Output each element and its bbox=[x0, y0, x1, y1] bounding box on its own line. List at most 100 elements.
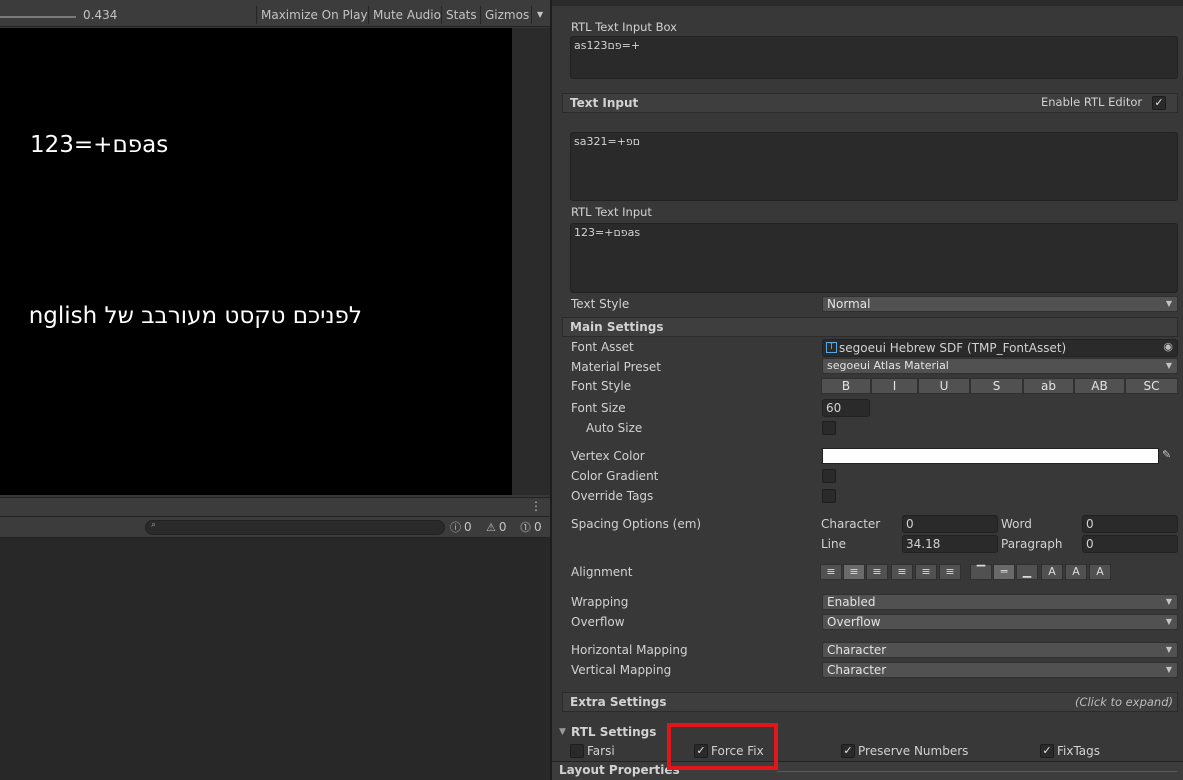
fixtags-label: FixTags bbox=[1057, 744, 1101, 758]
error-icon: ⓵ bbox=[520, 521, 531, 534]
text-input-section-title: Text Input bbox=[570, 96, 639, 110]
text-style-label: Text Style bbox=[571, 297, 630, 311]
wrapping-dropdown[interactable]: Enabled ▼ bbox=[822, 594, 1178, 610]
horizontal-mapping-label: Horizontal Mapping bbox=[571, 643, 688, 657]
enable-rtl-editor-checkbox[interactable]: ✓ bbox=[1152, 96, 1166, 110]
font-size-field[interactable]: 60 bbox=[822, 399, 870, 417]
extra-settings-hint: (Click to expand) bbox=[1074, 695, 1173, 709]
text-input-field[interactable]: saםפ+=321 bbox=[570, 132, 1178, 201]
warning-icon: ⚠ bbox=[486, 521, 496, 534]
game-text-line-1: 123=+פםas bbox=[30, 132, 169, 158]
console-search-input[interactable]: ⌕ bbox=[145, 520, 445, 535]
more-options-icon[interactable]: ⋮ bbox=[530, 499, 542, 513]
error-count-toggle[interactable]: ⓵0 bbox=[520, 518, 542, 537]
info-icon: ⓘ bbox=[450, 521, 461, 534]
main-settings-section-header[interactable]: Main Settings bbox=[562, 317, 1178, 337]
spacing-options-label: Spacing Options (em) bbox=[571, 517, 702, 531]
divider bbox=[777, 771, 1177, 772]
font-style-strikethrough-button[interactable]: S bbox=[970, 378, 1023, 394]
farsi-checkbox[interactable] bbox=[570, 744, 584, 758]
horizontal-mapping-dropdown[interactable]: Character ▼ bbox=[822, 642, 1178, 658]
align-capline-icon[interactable]: A bbox=[1089, 564, 1111, 580]
align-justified-icon[interactable]: ≡ bbox=[891, 564, 913, 580]
enable-rtl-editor-label: Enable RTL Editor bbox=[1041, 95, 1143, 109]
checkmark-icon: ✓ bbox=[843, 744, 853, 757]
vertex-color-swatch[interactable] bbox=[822, 448, 1159, 464]
align-center-icon[interactable]: ≡ bbox=[843, 564, 865, 580]
scale-slider[interactable] bbox=[0, 16, 76, 18]
console-tab-bar: ⋮ bbox=[0, 497, 550, 517]
overflow-dropdown[interactable]: Overflow ▼ bbox=[822, 614, 1178, 630]
eyedropper-icon[interactable]: ✎ bbox=[1162, 448, 1171, 461]
warning-count-toggle[interactable]: ⚠ 0 bbox=[486, 518, 507, 537]
paragraph-spacing-label: Paragraph bbox=[1001, 537, 1063, 551]
preserve-numbers-label: Preserve Numbers bbox=[858, 744, 969, 758]
console-log-area[interactable] bbox=[0, 538, 550, 780]
main-settings-section-title: Main Settings bbox=[570, 320, 664, 334]
align-left-icon[interactable]: ≡ bbox=[820, 564, 842, 580]
align-baseline-icon[interactable]: A bbox=[1041, 564, 1063, 580]
wrapping-label: Wrapping bbox=[571, 595, 629, 609]
rtl-settings-header[interactable]: RTL Settings bbox=[571, 725, 656, 739]
scale-value: 0.434 bbox=[83, 8, 118, 22]
font-style-label: Font Style bbox=[571, 379, 632, 393]
align-middle-icon[interactable]: ═ bbox=[993, 564, 1015, 580]
fixtags-checkbox[interactable]: ✓ bbox=[1040, 744, 1054, 758]
word-spacing-label: Word bbox=[1001, 517, 1032, 531]
layout-properties-bar[interactable]: Layout Properties bbox=[552, 761, 1183, 780]
color-gradient-checkbox[interactable] bbox=[822, 469, 836, 483]
align-geometry-center-icon[interactable]: ≡ bbox=[939, 564, 961, 580]
font-asset-label: Font Asset bbox=[571, 340, 634, 354]
override-tags-label: Override Tags bbox=[571, 489, 654, 503]
font-style-lowercase-button[interactable]: ab bbox=[1023, 378, 1074, 394]
toolbar-divider bbox=[441, 6, 442, 24]
stats-button[interactable]: Stats bbox=[446, 6, 477, 24]
chevron-down-icon: ▼ bbox=[1165, 361, 1172, 370]
align-right-icon[interactable]: ≡ bbox=[866, 564, 888, 580]
font-style-italic-button[interactable]: I bbox=[871, 378, 918, 394]
gizmos-button[interactable]: Gizmos bbox=[485, 6, 529, 24]
auto-size-label: Auto Size bbox=[586, 421, 643, 435]
log-count-toggle[interactable]: ⓘ 0 bbox=[450, 518, 472, 537]
font-style-uppercase-button[interactable]: AB bbox=[1074, 378, 1125, 394]
override-tags-checkbox[interactable] bbox=[822, 489, 836, 503]
align-top-icon[interactable]: ▔ bbox=[970, 564, 992, 580]
toolbar-divider bbox=[480, 6, 481, 24]
font-style-smallcaps-button[interactable]: SC bbox=[1125, 378, 1178, 394]
extra-settings-section-header[interactable]: Extra Settings (Click to expand) bbox=[562, 692, 1178, 712]
checkmark-icon: ✓ bbox=[1042, 744, 1052, 757]
vertex-color-label: Vertex Color bbox=[571, 449, 645, 463]
vertical-mapping-dropdown[interactable]: Character ▼ bbox=[822, 662, 1178, 678]
rtl-text-input-box-label: RTL Text Input Box bbox=[571, 20, 677, 34]
font-style-underline-button[interactable]: U bbox=[918, 378, 970, 394]
align-bottom-icon[interactable]: ▁ bbox=[1016, 564, 1038, 580]
font-asset-field[interactable]: T segoeui Hebrew SDF (TMP_FontAsset) ◉ bbox=[822, 339, 1178, 357]
paragraph-spacing-field[interactable]: 0 bbox=[1082, 535, 1178, 553]
overflow-label: Overflow bbox=[571, 615, 625, 629]
rtl-text-input-box[interactable]: asפם123=+ bbox=[570, 36, 1178, 79]
chevron-down-icon: ▼ bbox=[1165, 665, 1172, 674]
maximize-on-play-button[interactable]: Maximize On Play bbox=[261, 6, 368, 24]
chevron-down-icon: ▼ bbox=[1165, 299, 1172, 308]
auto-size-checkbox[interactable] bbox=[822, 421, 836, 435]
mute-audio-button[interactable]: Mute Audio bbox=[373, 6, 441, 24]
align-flush-icon[interactable]: ≡ bbox=[915, 564, 937, 580]
align-midline-icon[interactable]: A bbox=[1065, 564, 1087, 580]
force-fix-highlight-box bbox=[667, 723, 778, 770]
material-preset-dropdown[interactable]: segoeui Atlas Material ▼ bbox=[822, 358, 1178, 374]
layout-properties-title: Layout Properties bbox=[559, 763, 680, 777]
farsi-label: Farsi bbox=[587, 744, 615, 758]
text-style-dropdown[interactable]: Normal ▼ bbox=[822, 296, 1178, 312]
foldout-arrow-icon[interactable]: ▼ bbox=[559, 727, 566, 737]
line-spacing-label: Line bbox=[821, 537, 847, 551]
character-spacing-field[interactable]: 0 bbox=[902, 515, 998, 533]
game-view-side-strip bbox=[512, 28, 550, 495]
preserve-numbers-checkbox[interactable]: ✓ bbox=[841, 744, 855, 758]
object-picker-icon[interactable]: ◉ bbox=[1163, 341, 1173, 353]
line-spacing-field[interactable]: 34.18 bbox=[902, 535, 998, 553]
game-view[interactable]: 123=+פםas nglish לפניכם טקסט מעורבב של bbox=[0, 28, 512, 495]
gizmos-dropdown-icon[interactable]: ▼ bbox=[537, 6, 543, 24]
rtl-text-input-field[interactable]: 123=+פםas bbox=[570, 223, 1178, 293]
font-style-bold-button[interactable]: B bbox=[821, 378, 871, 394]
word-spacing-field[interactable]: 0 bbox=[1082, 515, 1178, 533]
